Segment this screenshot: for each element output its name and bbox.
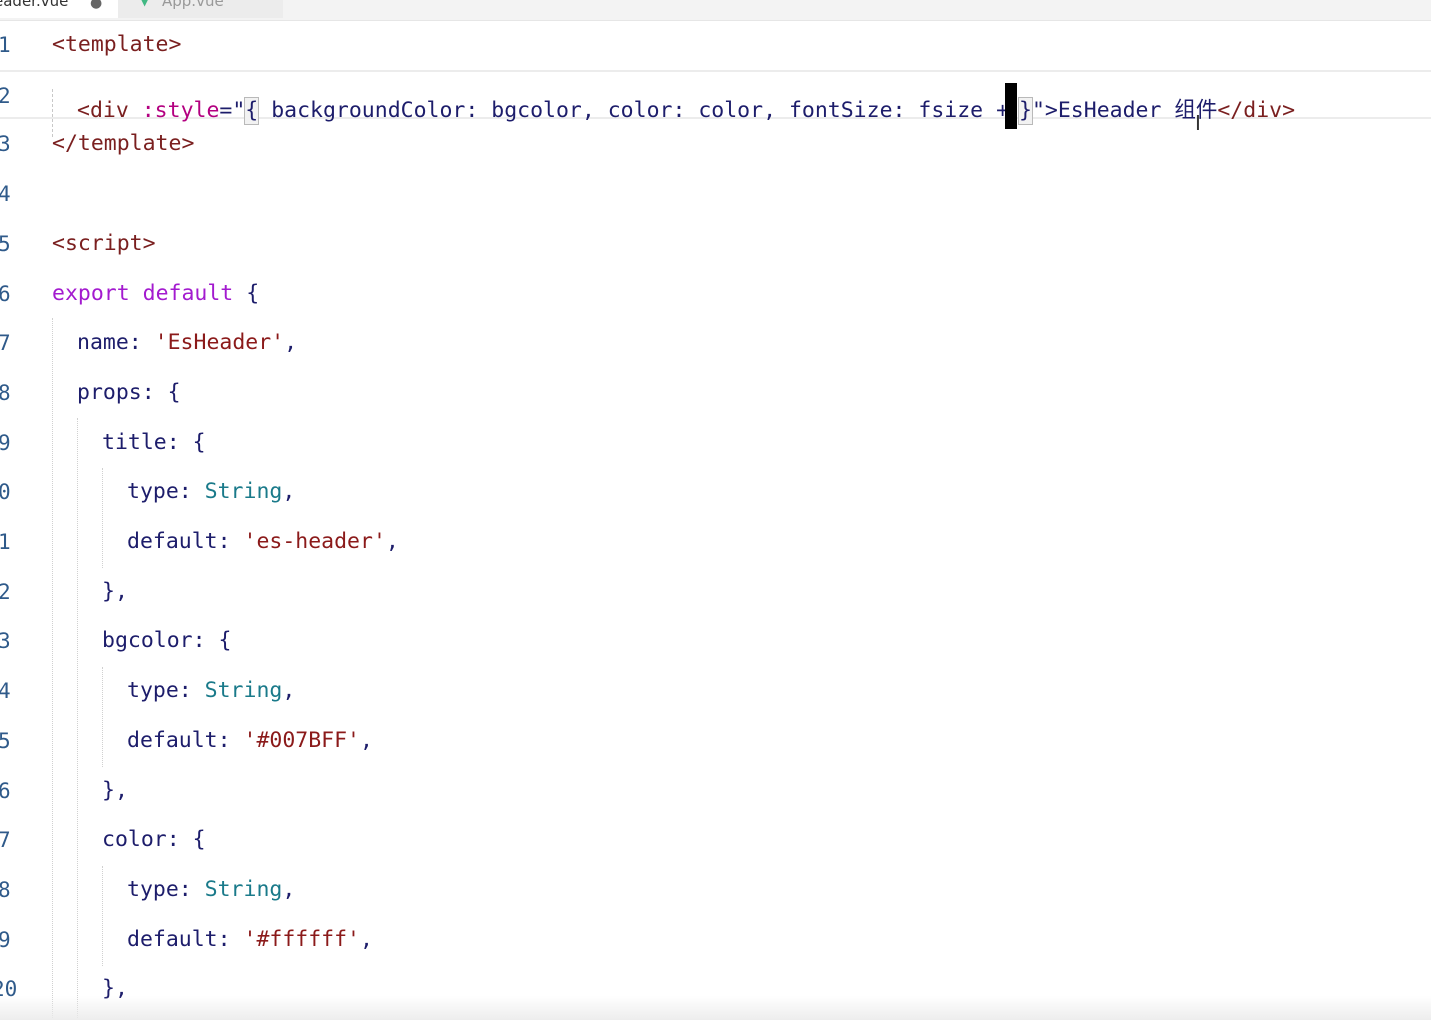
code-text: props: {	[77, 380, 181, 406]
line-number: 1	[0, 530, 11, 554]
code-line: 1 <template>	[0, 20, 1431, 70]
code-text: default: 'es-header',	[127, 529, 399, 555]
code-text: type: String,	[127, 678, 295, 704]
close-brace: },	[102, 777, 128, 803]
property-key: props: {	[77, 379, 181, 405]
code-line: 9 title: {	[0, 418, 1431, 468]
type-name: String	[204, 678, 283, 704]
line-number: 9	[0, 927, 11, 952]
property-key: color: {	[102, 827, 206, 853]
property-key: default:	[127, 926, 244, 952]
current-code-line: 2 <div :style="{ backgroundColor: bgcolo…	[0, 69, 1431, 129]
line-number: 2	[0, 83, 11, 108]
code-text: <script>	[52, 231, 156, 257]
line-number: 6	[0, 778, 11, 803]
line-number: 4	[0, 182, 11, 207]
code-text: color: {	[102, 827, 206, 853]
export-keyword: export	[52, 280, 130, 306]
line-number: 5	[0, 728, 11, 753]
string-literal: '#ffffff'	[243, 926, 361, 952]
tab-esheader-vue[interactable]: eader.vue ●	[0, 0, 118, 18]
line-number: 4	[0, 679, 11, 704]
code-line: 4	[0, 169, 1431, 219]
code-text: <template>	[52, 32, 181, 58]
code-text: type: String,	[127, 479, 295, 505]
property-key: bgcolor: {	[102, 628, 232, 654]
property-key: type:	[127, 479, 205, 505]
template-open-tag: <template>	[52, 32, 182, 57]
code-text: type: String,	[127, 877, 295, 903]
line-number: 9	[0, 430, 11, 455]
line-number: 8	[0, 877, 11, 902]
comma: ,	[282, 876, 296, 902]
code-line: 8 props: {	[0, 368, 1431, 418]
line-number: 5	[0, 231, 11, 256]
tab-label: App.vue	[162, 0, 224, 10]
close-brace: },	[102, 578, 128, 604]
code-line: 9 default: '#ffffff',	[0, 915, 1431, 965]
line-number: 2	[0, 579, 11, 604]
code-text: bgcolor: {	[102, 628, 231, 654]
bottom-shadow	[0, 996, 1431, 1020]
comma: ,	[360, 926, 373, 952]
code-editor[interactable]: 1 <template> 2 <div :style="{ background…	[0, 20, 1431, 1020]
code-line: 0 type: String,	[0, 467, 1431, 517]
code-line: 4 type: String,	[0, 666, 1431, 716]
line-number: 3	[0, 132, 11, 157]
code-line: 7 name: 'EsHeader',	[0, 318, 1431, 368]
template-close-tag: </template>	[52, 131, 195, 157]
property-key: default:	[127, 727, 244, 753]
string-literal: 'es-header'	[243, 529, 386, 554]
code-text: title: {	[102, 430, 206, 456]
tab-app-vue[interactable]: ▼ App.vue	[118, 0, 283, 18]
code-line: 7 color: {	[0, 815, 1431, 865]
code-line: 3 </template>	[0, 119, 1431, 169]
line-number: 0	[0, 480, 11, 505]
string-literal: 'EsHeader'	[154, 330, 285, 356]
unsaved-dot-icon[interactable]: ●	[90, 0, 102, 12]
code-line: 3 bgcolor: {	[0, 616, 1431, 666]
property-key: type:	[127, 678, 205, 704]
code-text: },	[102, 579, 128, 605]
property-key: type:	[127, 876, 205, 902]
vue-icon: ▼	[140, 0, 150, 8]
line-number: 7	[0, 331, 11, 356]
code-text: },	[102, 778, 128, 804]
tab-label: eader.vue	[0, 0, 69, 10]
line-number: 1	[0, 33, 11, 57]
code-text: </template>	[52, 131, 194, 157]
code-line: 1 default: 'es-header',	[0, 517, 1431, 567]
line-number: 8	[0, 380, 11, 405]
line-number: 7	[0, 828, 11, 853]
code-line: 8 type: String,	[0, 865, 1431, 915]
editor-tab-bar: eader.vue ● ▼ App.vue	[0, 0, 1431, 21]
type-name: String	[204, 876, 283, 902]
code-text: default: '#007BFF',	[127, 728, 373, 754]
code-line: 5 default: '#007BFF',	[0, 716, 1431, 766]
line-number: 6	[0, 281, 11, 306]
code-text: export default {	[52, 281, 259, 307]
line-number: 3	[0, 629, 11, 654]
type-name: String	[204, 479, 283, 505]
open-brace: {	[246, 280, 260, 306]
default-keyword: default	[142, 280, 234, 306]
code-line: 2 },	[0, 567, 1431, 617]
property-key: default:	[127, 529, 244, 554]
code-text: default: '#ffffff',	[127, 927, 373, 953]
comma: ,	[385, 529, 399, 554]
comma: ,	[282, 678, 296, 704]
script-open-tag: <script>	[52, 230, 156, 256]
code-line: 5 <script>	[0, 219, 1431, 269]
code-line: 6 export default {	[0, 269, 1431, 319]
comma: ,	[360, 727, 373, 753]
property-key: title: {	[102, 429, 206, 455]
comma: ,	[284, 330, 298, 356]
string-literal: '#007BFF'	[243, 727, 361, 753]
code-line: 6 },	[0, 766, 1431, 816]
comma: ,	[282, 479, 296, 505]
property-key: name:	[77, 330, 155, 356]
code-text: name: 'EsHeader',	[77, 330, 297, 356]
